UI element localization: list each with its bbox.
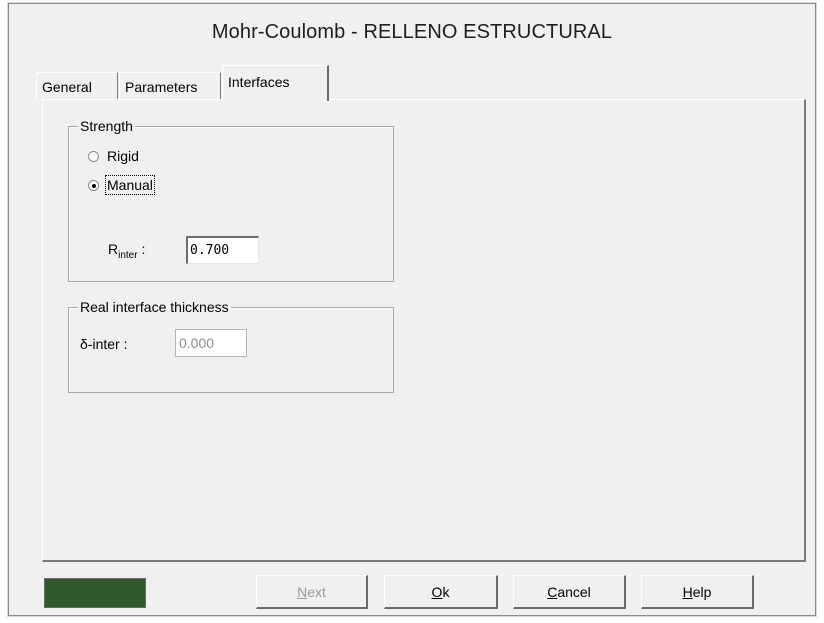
title-bar[interactable]: Mohr-Coulomb - RELLENO ESTRUCTURAL: [9, 4, 815, 60]
ok-button-mnemonic: O: [431, 584, 443, 600]
help-button-label: elp: [692, 584, 712, 600]
cancel-button[interactable]: Cancel: [513, 575, 626, 609]
cancel-button-mnemonic: C: [547, 584, 558, 600]
ok-button-label: k: [442, 584, 450, 600]
help-button-mnemonic: H: [682, 584, 693, 600]
material-color-swatch[interactable]: [44, 578, 146, 608]
tab-interfaces[interactable]: Interfaces: [222, 65, 329, 101]
ok-button[interactable]: Ok: [384, 575, 498, 609]
cancel-button-label: ancel: [557, 584, 591, 600]
window-title: Mohr-Coulomb - RELLENO ESTRUCTURAL: [211, 21, 613, 43]
tab-panel-interfaces: [42, 99, 806, 562]
tab-parameters[interactable]: Parameters: [119, 72, 221, 100]
next-button-label: ext: [307, 584, 326, 600]
tab-general[interactable]: General: [36, 72, 118, 100]
next-button[interactable]: Next: [256, 575, 368, 609]
help-button[interactable]: Help: [641, 575, 754, 609]
next-button-mnemonic: N: [297, 584, 308, 600]
